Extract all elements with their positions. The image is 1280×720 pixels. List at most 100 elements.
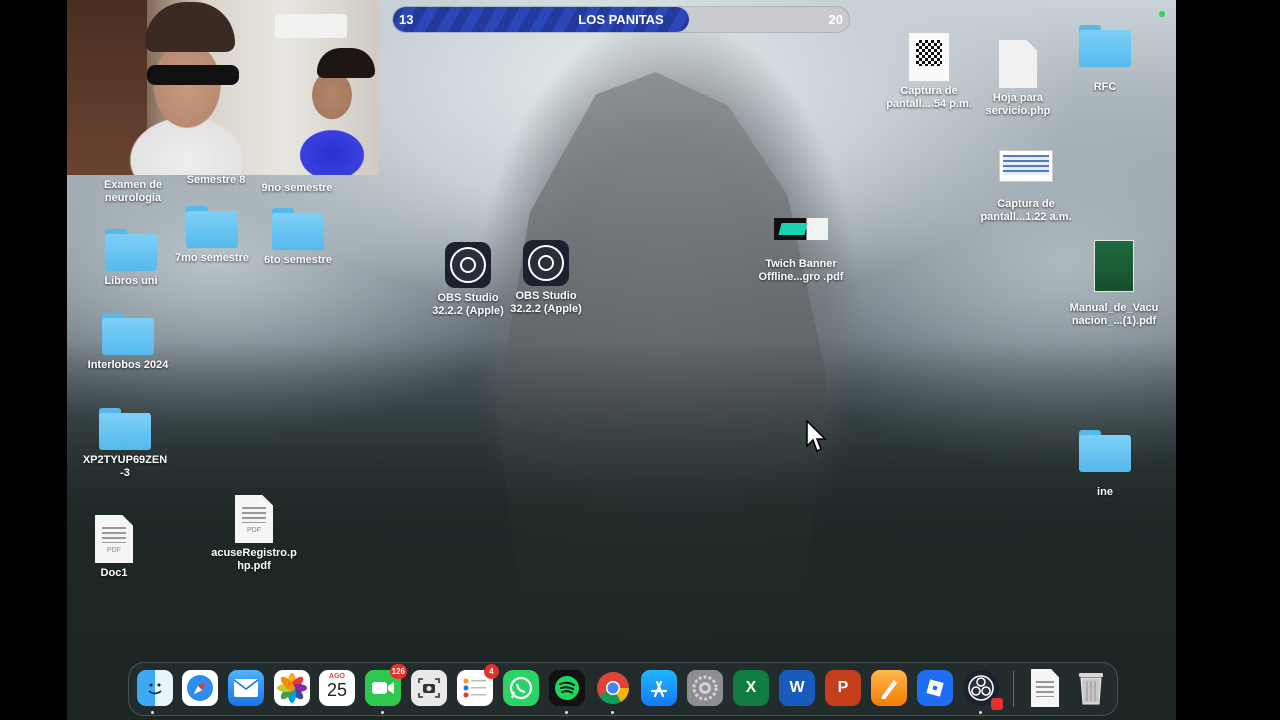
dock: AGO 25 126 4 X W P: [128, 662, 1118, 716]
folder-icon: [99, 408, 151, 450]
desktop-item-label: 6to semestre: [264, 254, 332, 266]
dock-chrome-icon[interactable]: [595, 670, 631, 706]
excel-letter: X: [745, 679, 757, 696]
dock-system-settings-icon[interactable]: [687, 670, 723, 706]
dock-mail-icon[interactable]: [228, 670, 264, 706]
folder-xp2tyup69zen[interactable]: XP2TYUP69ZEN -3: [77, 408, 173, 480]
obs-recording-badge: [991, 698, 1003, 710]
score-right-value: 20: [828, 12, 843, 27]
facetime-badge: 126: [389, 664, 407, 679]
desktop-item-semestre8[interactable]: Semestre 8: [176, 170, 256, 187]
dock-excel-icon[interactable]: X: [733, 670, 769, 706]
document-icon: [999, 40, 1037, 88]
dock-running-indicator: [611, 711, 614, 714]
desktop-item-label: Semestre 8: [186, 174, 246, 186]
document-lines: [102, 527, 126, 543]
document-lines: [1036, 681, 1054, 697]
score-title: LOS PANITAS: [578, 12, 664, 27]
file-manual-vacunacion[interactable]: Manual_de_Vacu nacion_...(1).pdf: [1066, 240, 1162, 328]
desktop-item-label: 7mo semestre: [175, 252, 249, 264]
dock-screenshot-icon[interactable]: [411, 670, 447, 706]
dock-photos-icon[interactable]: [274, 670, 310, 706]
webcam-hair-left: [145, 2, 235, 52]
dock-running-indicator: [565, 711, 568, 714]
desktop-item-label: XP2TYUP69ZEN -3: [82, 454, 168, 479]
pdf-tag: PDF: [107, 547, 121, 554]
obs-icon: [523, 240, 569, 286]
dock-pages-icon[interactable]: [871, 670, 907, 706]
desktop-item-label: Captura de pantall....54 p.m.: [886, 85, 972, 110]
dock-word-icon[interactable]: W: [779, 670, 815, 706]
dock-roblox-icon[interactable]: [917, 670, 953, 706]
score-progress-bar: 13 LOS PANITAS 20: [393, 7, 849, 32]
desktop-item-label: Doc1: [100, 567, 128, 579]
folder-interlobos-2024[interactable]: Interlobos 2024: [80, 313, 176, 372]
obs-ring: [450, 247, 486, 283]
folder-icon: [102, 313, 154, 355]
camera-indicator-dot: [1159, 11, 1165, 17]
pdf-document-icon: PDF: [95, 515, 133, 563]
folder-6to-semestre[interactable]: 6to semestre: [256, 208, 340, 267]
desktop-item-label: Interlobos 2024: [87, 359, 169, 371]
desktop-item-label: Libros uni: [104, 275, 158, 287]
dock-finder-icon[interactable]: [137, 670, 173, 706]
dock-powerpoint-icon[interactable]: P: [825, 670, 861, 706]
desktop-item-label: Captura de pantall...1.22 a.m.: [980, 198, 1072, 223]
file-twich-banner[interactable]: Twich Banner Offline...gro .pdf: [752, 218, 850, 284]
folder-icon: [1079, 25, 1131, 67]
dock-running-indicator: [381, 711, 384, 714]
dock-safari-icon[interactable]: [182, 670, 218, 706]
dock-trash-icon[interactable]: [1073, 670, 1109, 706]
dock-whatsapp-icon[interactable]: [503, 670, 539, 706]
file-hoja-servicio[interactable]: Hoja para servicio.php: [976, 40, 1060, 118]
desktop-item-label: Examen de neurologia: [103, 179, 163, 204]
pdf-document-icon: PDF: [235, 495, 273, 543]
banner-thumbnail-icon: [774, 218, 828, 240]
dock-reminders-icon[interactable]: 4: [457, 664, 499, 706]
dock-obs-icon[interactable]: [963, 670, 1003, 710]
desktop-item-label: 9no semestre: [261, 182, 333, 194]
folder-ine[interactable]: ine: [1075, 430, 1135, 499]
desktop-item-label: acuseRegistro.p hp.pdf: [211, 547, 297, 572]
screenshot-thumbnail-icon: [999, 150, 1053, 182]
desktop-item-label: Manual_de_Vacu nacion_...(1).pdf: [1069, 302, 1159, 327]
desktop-item-label: Twich Banner Offline...gro .pdf: [758, 258, 844, 283]
webcam-overlay: [67, 0, 379, 175]
dock-divider: [1013, 671, 1014, 707]
document-lines: [242, 507, 266, 523]
document-icon: [1031, 669, 1059, 707]
desktop-item-label: RFC: [1093, 81, 1117, 93]
webcam-sunglasses: [147, 65, 239, 85]
dock-spotify-icon[interactable]: [549, 670, 585, 706]
dock-running-indicator: [151, 711, 154, 714]
qr-screenshot-icon: [909, 33, 949, 81]
dock-calendar-icon[interactable]: AGO 25: [319, 670, 355, 706]
dock-recent-document-icon[interactable]: [1027, 669, 1063, 707]
app-obs-studio-1[interactable]: OBS Studio 32.2.2 (Apple): [426, 242, 510, 318]
file-captura-2[interactable]: Captura de pantall...1.22 a.m.: [976, 150, 1076, 224]
folder-icon: [272, 208, 324, 250]
file-acuse-registro[interactable]: PDF acuseRegistro.p hp.pdf: [206, 495, 302, 573]
file-captura-1[interactable]: Captura de pantall....54 p.m.: [883, 33, 975, 111]
dock-facetime-icon[interactable]: 126: [365, 664, 407, 706]
folder-libros-uni[interactable]: Libros uni: [89, 229, 173, 288]
desktop-item-9no-semestre[interactable]: 9no semestre: [255, 178, 339, 195]
dock-app-store-icon[interactable]: [641, 670, 677, 706]
word-letter: W: [789, 679, 805, 696]
folder-rfc[interactable]: RFC: [1072, 25, 1138, 94]
webcam-hair-right: [317, 48, 375, 78]
obs-ring: [528, 245, 564, 281]
folder-icon: [1079, 430, 1131, 472]
calendar-month: AGO: [329, 673, 345, 680]
dock-running-indicator: [979, 711, 982, 714]
desktop-item-label: ine: [1097, 486, 1113, 498]
desktop-item-examen[interactable]: Examen de neurologia: [95, 175, 171, 205]
desktop-item-label: OBS Studio 32.2.2 (Apple): [432, 292, 504, 317]
folder-7mo-semestre[interactable]: 7mo semestre: [170, 206, 254, 265]
calendar-day: 25: [326, 680, 348, 700]
reminders-badge: 4: [484, 664, 499, 679]
obs-icon: [445, 242, 491, 288]
app-obs-studio-2[interactable]: OBS Studio 32.2.2 (Apple): [504, 240, 588, 316]
file-doc1[interactable]: PDF Doc1: [88, 515, 140, 580]
pdf-cover-icon: [1094, 240, 1134, 292]
